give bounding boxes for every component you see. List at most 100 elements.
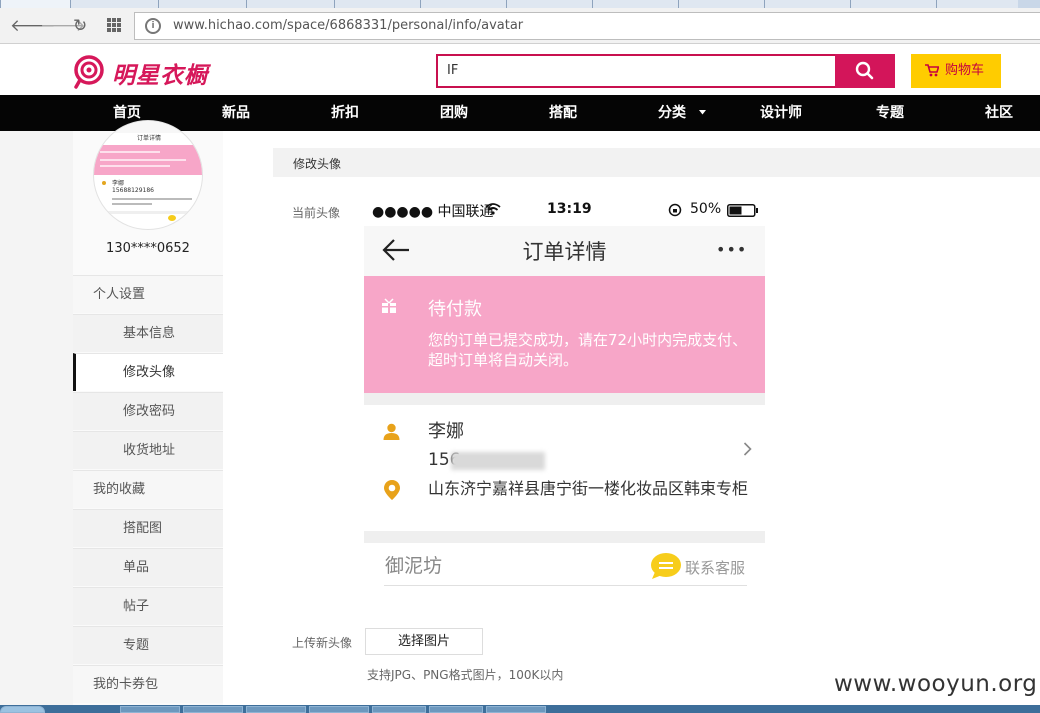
nav-item-topics[interactable]: 专题 xyxy=(876,95,904,131)
sidebar-item-label: 个人设置 xyxy=(93,287,146,302)
browser-tab[interactable] xyxy=(678,0,764,8)
sidebar-item-label: 帖子 xyxy=(123,599,150,614)
sidebar-group-personal-settings[interactable]: 个人设置 xyxy=(73,275,223,313)
cart-icon xyxy=(925,64,939,77)
phone-time: 13:19 xyxy=(547,201,592,217)
nav-item-new[interactable]: 新品 xyxy=(222,95,250,131)
nav-item-outfits[interactable]: 搭配 xyxy=(549,95,577,131)
browser-tab[interactable] xyxy=(592,0,678,8)
sidebar-item-label: 我的收藏 xyxy=(93,482,146,497)
sidebar-group-coupons[interactable]: 我的卡券包 xyxy=(73,665,223,703)
cart-label: 购物车 xyxy=(945,63,985,78)
site-logo-text[interactable]: 明星衣橱 xyxy=(112,56,208,90)
carrier-text: ●●●●● 中国联通 xyxy=(372,204,494,220)
sidebar-item-outfit-images[interactable]: 搭配图 xyxy=(73,509,223,547)
taskbar-app[interactable] xyxy=(183,706,243,713)
upload-new-avatar-label: 上传新头像 xyxy=(292,636,353,650)
sidebar-item-label: 我的卡券包 xyxy=(93,677,159,692)
contact-service-label: 联系客服 xyxy=(685,559,746,577)
browser-tab[interactable] xyxy=(764,0,850,8)
nav-item-group-buy[interactable]: 团购 xyxy=(440,95,468,131)
gift-icon xyxy=(382,298,396,313)
cart-button[interactable]: 购物车 xyxy=(911,54,1001,88)
divider xyxy=(364,531,765,543)
avatar[interactable]: 订单详情 李娜 15688129186 xyxy=(93,120,203,230)
browser-tab[interactable] xyxy=(70,0,158,8)
sidebar-item-label: 搭配图 xyxy=(123,521,163,536)
page-title: 修改头像 xyxy=(293,157,342,171)
sidebar-item-single-items[interactable]: 单品 xyxy=(73,548,223,586)
order-status-description: 您的订单已提交成功，请在72小时内完成支付、超时订单将自动关闭。 xyxy=(428,331,748,369)
browser-tab[interactable] xyxy=(506,0,592,8)
browser-tab[interactable] xyxy=(334,0,420,8)
nav-item-discount[interactable]: 折扣 xyxy=(331,95,359,131)
sidebar-item-topics[interactable]: 专题 xyxy=(73,626,223,664)
shop-name: 御泥坊 xyxy=(385,555,443,577)
receiver-name: 李娜 xyxy=(428,421,464,442)
browser-tab[interactable] xyxy=(246,0,334,8)
browser-tab[interactable] xyxy=(850,0,936,8)
browser-tab[interactable] xyxy=(158,0,246,8)
upload-hint: 支持JPG、PNG格式图片，100K以内 xyxy=(367,668,564,682)
os-taskbar xyxy=(0,705,1040,713)
current-avatar-image: ●●●●● 中国联通 13:19 50% 订单详情 ••• 待付款 您的订单已提… xyxy=(364,194,765,604)
sidebar-item-posts[interactable]: 帖子 xyxy=(73,587,223,625)
chevron-right-icon xyxy=(743,442,752,456)
taskbar-app[interactable] xyxy=(120,706,180,713)
site-info-icon[interactable]: i xyxy=(145,18,161,34)
browser-tab[interactable] xyxy=(420,0,506,8)
nav-item-category[interactable]: 分类 xyxy=(658,95,686,131)
browser-tab[interactable] xyxy=(936,0,1018,8)
sidebar-item-label: 收货地址 xyxy=(123,443,176,458)
receiver-address: 山东济宁嘉祥县唐宁街一楼化妆品区韩束专柜 xyxy=(428,479,749,498)
sidebar-item-change-password[interactable]: 修改密码 xyxy=(73,392,223,430)
taskbar-app[interactable] xyxy=(309,706,369,713)
nav-item-designer[interactable]: 设计师 xyxy=(760,95,802,131)
url-text[interactable]: www.hichao.com/space/6868331/personal/in… xyxy=(173,18,523,33)
location-pin-icon xyxy=(384,480,400,500)
phone-status-bar: ●●●●● 中国联通 13:19 50% xyxy=(364,194,765,226)
search-button[interactable] xyxy=(835,54,895,88)
order-status-title: 待付款 xyxy=(428,299,482,320)
username: 130****0652 xyxy=(106,241,190,256)
watermark: www.wooyun.org xyxy=(834,671,1038,697)
address-bar[interactable]: i www.hichao.com/space/6868331/personal/… xyxy=(134,12,1040,40)
sidebar-item-basic-info[interactable]: 基本信息 xyxy=(73,314,223,352)
current-avatar-label: 当前头像 xyxy=(292,206,341,220)
taskbar-app[interactable] xyxy=(246,706,306,713)
content-title-bar: 修改头像 xyxy=(273,148,1040,177)
reload-button[interactable]: ↻ xyxy=(73,16,87,36)
shop-row: 御泥坊 联系客服 xyxy=(364,543,765,604)
app-header: 订单详情 ••• xyxy=(364,226,765,276)
wifi-icon xyxy=(485,203,501,215)
sidebar-group-favorites[interactable]: 我的收藏 xyxy=(73,470,223,508)
search-input[interactable]: IF xyxy=(436,54,836,88)
caret-down-icon[interactable] xyxy=(699,110,706,115)
more-icon: ••• xyxy=(716,240,748,259)
site-header: 明星衣橱 IF 购物车 xyxy=(0,45,1040,95)
battery-icon xyxy=(727,204,758,217)
taskbar-app[interactable] xyxy=(429,706,483,713)
blurred-phone-digits xyxy=(451,452,545,470)
choose-image-button[interactable]: 选择图片 xyxy=(365,628,483,655)
nav-item-community[interactable]: 社区 xyxy=(985,95,1013,131)
taskbar-app[interactable] xyxy=(486,706,546,713)
sidebar-item-label: 修改头像 xyxy=(123,365,176,380)
chat-bubble-icon xyxy=(651,553,681,579)
order-status-banner: 待付款 您的订单已提交成功，请在72小时内完成支付、超时订单将自动关闭。 xyxy=(364,276,765,393)
browser-tab[interactable] xyxy=(0,0,70,8)
sidebar-item-label: 单品 xyxy=(123,560,150,575)
search-icon xyxy=(855,61,874,80)
sidebar-item-label: 专题 xyxy=(123,638,150,653)
sidebar-item-label: 基本信息 xyxy=(123,326,176,341)
taskbar-app[interactable] xyxy=(372,706,426,713)
app-title: 订单详情 xyxy=(522,240,607,264)
start-button[interactable] xyxy=(0,706,45,713)
divider xyxy=(384,585,747,586)
divider xyxy=(364,393,765,405)
sidebar-item-shipping-address[interactable]: 收货地址 xyxy=(73,431,223,469)
lollipop-logo-icon[interactable] xyxy=(72,55,106,89)
battery-percent: 50% xyxy=(690,201,722,217)
apps-grid-icon[interactable] xyxy=(106,17,122,38)
sidebar-item-change-avatar[interactable]: 修改头像 xyxy=(73,353,223,391)
